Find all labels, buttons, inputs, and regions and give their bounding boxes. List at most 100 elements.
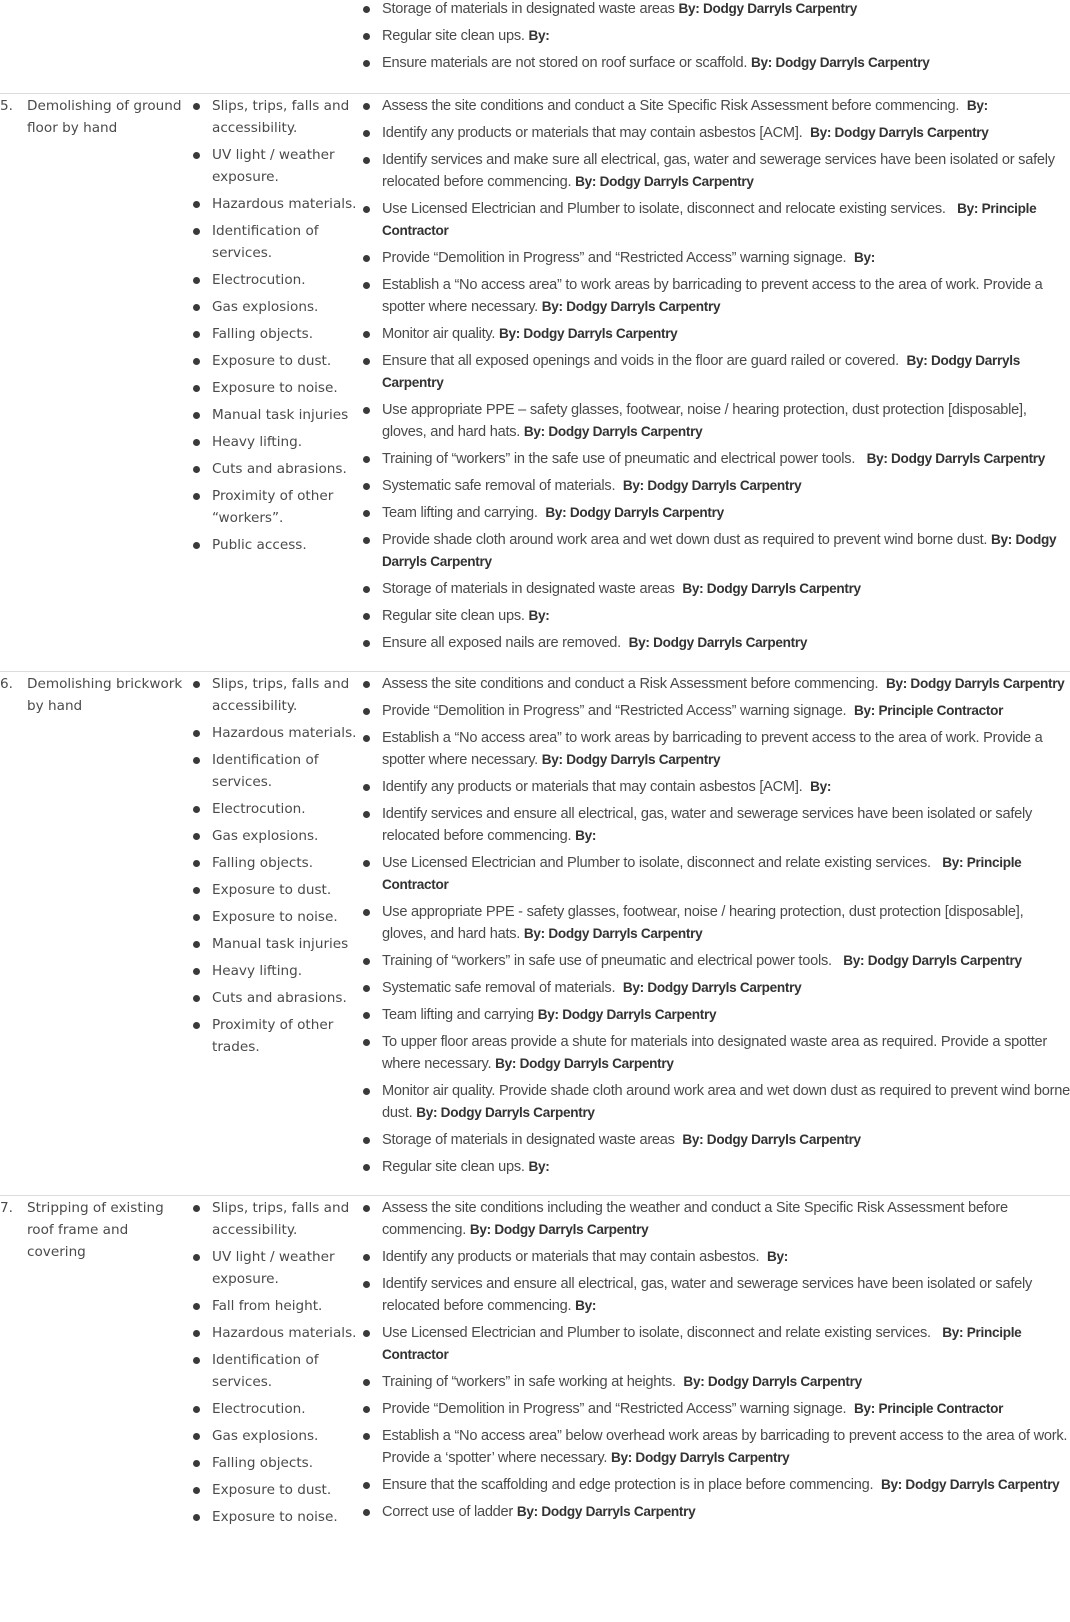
bullet-icon <box>363 358 370 365</box>
table-row: Storage of materials in designated waste… <box>0 0 1070 93</box>
control-item: Use Licensed Electrician and Plumber to … <box>360 1322 1070 1366</box>
hazard-text: Fall from height. <box>212 1298 323 1314</box>
bullet-icon <box>363 537 370 544</box>
hazard-text: Exposure to noise. <box>212 380 338 396</box>
control-item: Systematic safe removal of materials. By… <box>360 977 1070 999</box>
hazard-text: Cuts and abrasions. <box>212 461 347 477</box>
bullet-icon <box>193 103 200 110</box>
responsible-party: By: Dodgy Darryls Carpentry <box>622 478 802 493</box>
control-item: Training of “workers” in the safe use of… <box>360 448 1070 470</box>
bullet-icon <box>193 1460 200 1467</box>
responsible-party: By: <box>966 98 988 113</box>
hazard-item: Identification of services. <box>190 749 360 793</box>
control-item: Use appropriate PPE – safety glasses, fo… <box>360 399 1070 443</box>
responsible-party: By: Dodgy Darryls Carpentry <box>678 1 858 16</box>
responsible-party: By: Principle Contractor <box>853 1401 1004 1416</box>
step-number: 6. <box>0 676 13 692</box>
hazard-item: Public access. <box>190 534 360 556</box>
responsible-party: By: Dodgy Darryls Carpentry <box>541 752 721 767</box>
bullet-icon <box>363 613 370 620</box>
hazard-item: Hazardous materials. <box>190 1322 360 1344</box>
task-description <box>27 0 189 79</box>
control-text: Storage of materials in designated waste… <box>382 581 683 597</box>
control-item: Use Licensed Electrician and Plumber to … <box>360 198 1070 242</box>
control-text: Use appropriate PPE - safety glasses, fo… <box>382 904 1028 942</box>
hazard-item: Cuts and abrasions. <box>190 987 360 1009</box>
hazard-item: Identification of services. <box>190 220 360 264</box>
control-item: Identify services and make sure all elec… <box>360 149 1070 193</box>
responsible-party: By: <box>810 779 832 794</box>
hazard-item: Falling objects. <box>190 1452 360 1474</box>
responsible-party: By: Dodgy Darryls Carpentry <box>537 1007 717 1022</box>
control-text: Storage of materials in designated waste… <box>382 1132 683 1148</box>
responsible-party: By: Dodgy Darryls Carpentry <box>498 326 678 341</box>
bullet-icon <box>193 201 200 208</box>
hazard-item: Cuts and abrasions. <box>190 458 360 480</box>
hazard-item: Hazardous materials. <box>190 193 360 215</box>
responsible-party: By: Dodgy Darryls Carpentry <box>880 1477 1060 1492</box>
control-item: Storage of materials in designated waste… <box>360 1129 1070 1151</box>
responsible-party: By: Dodgy Darryls Carpentry <box>523 424 703 439</box>
bullet-icon <box>363 1482 370 1489</box>
bullet-icon <box>363 1164 370 1171</box>
bullet-icon <box>193 1357 200 1364</box>
bullet-icon <box>363 6 370 13</box>
control-text: To upper floor areas provide a shute for… <box>382 1034 1051 1072</box>
controls-list: Assess the site conditions and conduct a… <box>360 673 1070 1178</box>
control-text: Systematic safe removal of materials. <box>382 478 623 494</box>
bullet-icon <box>363 1379 370 1386</box>
hazard-text: Public access. <box>212 537 307 553</box>
bullet-icon <box>363 860 370 867</box>
bullet-icon <box>363 407 370 414</box>
control-text: Systematic safe removal of materials. <box>382 980 623 996</box>
bullet-icon <box>193 941 200 948</box>
control-item: Training of “workers” in safe use of pne… <box>360 950 1070 972</box>
table-row: 5. Demolishing of ground floor by hand Sli… <box>0 93 1070 671</box>
table-row: 6. Demolishing brickwork by hand Slips, tr… <box>0 671 1070 1195</box>
control-text: Team lifting and carrying. <box>382 505 546 521</box>
bullet-icon <box>363 510 370 517</box>
control-text: Identify services and ensure all electri… <box>382 806 1036 844</box>
table-row: 7. Stripping of existing roof frame and c… <box>0 1195 1070 1545</box>
task-description: Stripping of existing roof frame and cov… <box>27 1200 164 1260</box>
hazard-text: Slips, trips, falls and accessibility. <box>212 98 350 136</box>
control-item: Ensure all exposed nails are removed. By… <box>360 632 1070 654</box>
responsible-party: By: Dodgy Darryls Carpentry <box>541 299 721 314</box>
responsible-party: By: Dodgy Darryls Carpentry <box>495 1056 674 1071</box>
hazard-text: Hazardous materials. <box>212 725 357 741</box>
bullet-icon <box>363 255 370 262</box>
responsible-party: By: Dodgy Darryls Carpentry <box>750 55 930 70</box>
bullet-icon <box>363 1012 370 1019</box>
hazards-cell: Slips, trips, falls and accessibility. UV… <box>189 95 360 659</box>
hazard-item: Falling objects. <box>190 852 360 874</box>
control-item: Assess the site conditions and conduct a… <box>360 673 1070 695</box>
task-description: Demolishing of ground floor by hand <box>27 98 182 136</box>
bullet-icon <box>363 909 370 916</box>
bullet-icon <box>363 33 370 40</box>
bullet-icon <box>363 1406 370 1413</box>
hazard-text: Identification of services. <box>212 752 319 790</box>
control-item: Regular site clean ups. By: <box>360 25 1070 47</box>
control-item: Storage of materials in designated waste… <box>360 578 1070 600</box>
hazard-item: Exposure to dust. <box>190 1479 360 1501</box>
control-item: Provide shade cloth around work area and… <box>360 529 1070 573</box>
hazard-text: Heavy lifting. <box>212 963 303 979</box>
control-text: Training of “workers” in safe use of pne… <box>382 953 844 969</box>
control-text: Correct use of ladder <box>382 1504 517 1520</box>
responsible-party: By: Dodgy Darryls Carpentry <box>622 980 802 995</box>
control-text: Monitor air quality. <box>382 326 499 342</box>
hazard-text: Exposure to dust. <box>212 353 332 369</box>
responsible-party: By: Principle Contractor <box>853 703 1004 718</box>
bullet-icon <box>193 968 200 975</box>
responsible-party: By: Dodgy Darryls Carpentry <box>416 1105 595 1120</box>
control-text: Identify any products or materials that … <box>382 1249 767 1265</box>
responsible-party: By: Dodgy Darryls Carpentry <box>683 1374 862 1389</box>
control-text: Identify services and ensure all electri… <box>382 1276 1036 1314</box>
bullet-icon <box>193 1487 200 1494</box>
hazards-cell: Slips, trips, falls and accessibility. UV… <box>189 1197 360 1533</box>
hazard-text: Electrocution. <box>212 1401 306 1417</box>
responsible-party: By: <box>528 28 550 43</box>
hazard-text: Proximity of other trades. <box>212 1017 334 1055</box>
hazard-item: UV light / weather exposure. <box>190 1246 360 1290</box>
hazard-item: Slips, trips, falls and accessibility. <box>190 1197 360 1241</box>
